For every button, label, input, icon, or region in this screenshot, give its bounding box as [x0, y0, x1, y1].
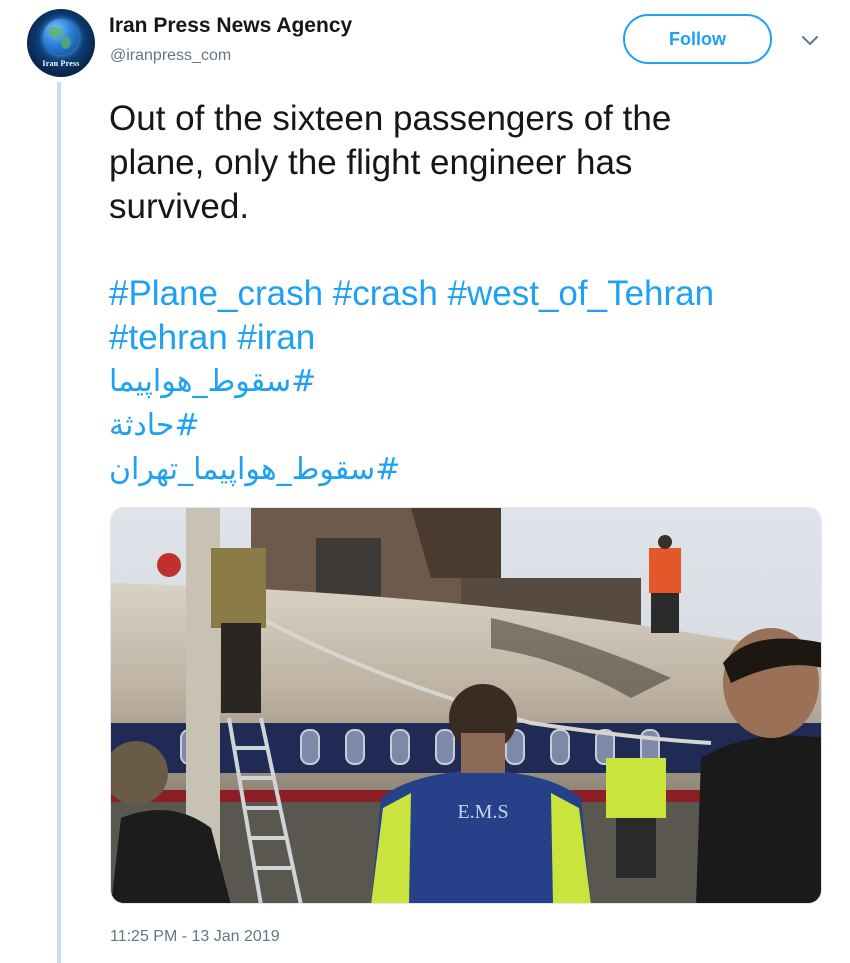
- author-handle[interactable]: @iranpress_com: [110, 47, 231, 65]
- hashtag-line-arabic[interactable]: #سقوط_هواپیما_تهران: [109, 448, 829, 492]
- hashtag-line[interactable]: #Plane_crash #crash #west_of_Tehran: [109, 272, 829, 316]
- tweet-timestamp[interactable]: 11:25 PM - 13 Jan 2019: [110, 928, 280, 946]
- tweet-text-line: plane, only the flight engineer has: [109, 143, 633, 182]
- avatar[interactable]: Iran Press: [27, 9, 95, 77]
- hashtag-line-arabic[interactable]: #سقوط_هواپیما: [109, 360, 829, 404]
- hashtag-line-arabic[interactable]: #حادثة: [109, 404, 829, 448]
- crash-scene-photo: E.M.S: [111, 508, 821, 903]
- follow-button[interactable]: Follow: [623, 14, 772, 64]
- hashtag-line[interactable]: #tehran #iran: [109, 316, 829, 360]
- globe-logo-icon: [43, 19, 79, 55]
- vest-label: E.M.S: [457, 801, 508, 823]
- hashtag-block: #Plane_crash #crash #west_of_Tehran #teh…: [109, 272, 829, 492]
- chevron-down-icon[interactable]: [800, 30, 820, 50]
- avatar-logo-text: Iran Press: [42, 59, 80, 68]
- thread-line: [57, 82, 61, 963]
- tweet-text: Out of the sixteen passengers of the pla…: [109, 97, 829, 229]
- author-name[interactable]: Iran Press News Agency: [109, 14, 352, 38]
- tweet-photo[interactable]: E.M.S: [110, 507, 822, 904]
- tweet-text-line: survived.: [109, 187, 250, 226]
- tweet-text-line: Out of the sixteen passengers of the: [109, 99, 672, 138]
